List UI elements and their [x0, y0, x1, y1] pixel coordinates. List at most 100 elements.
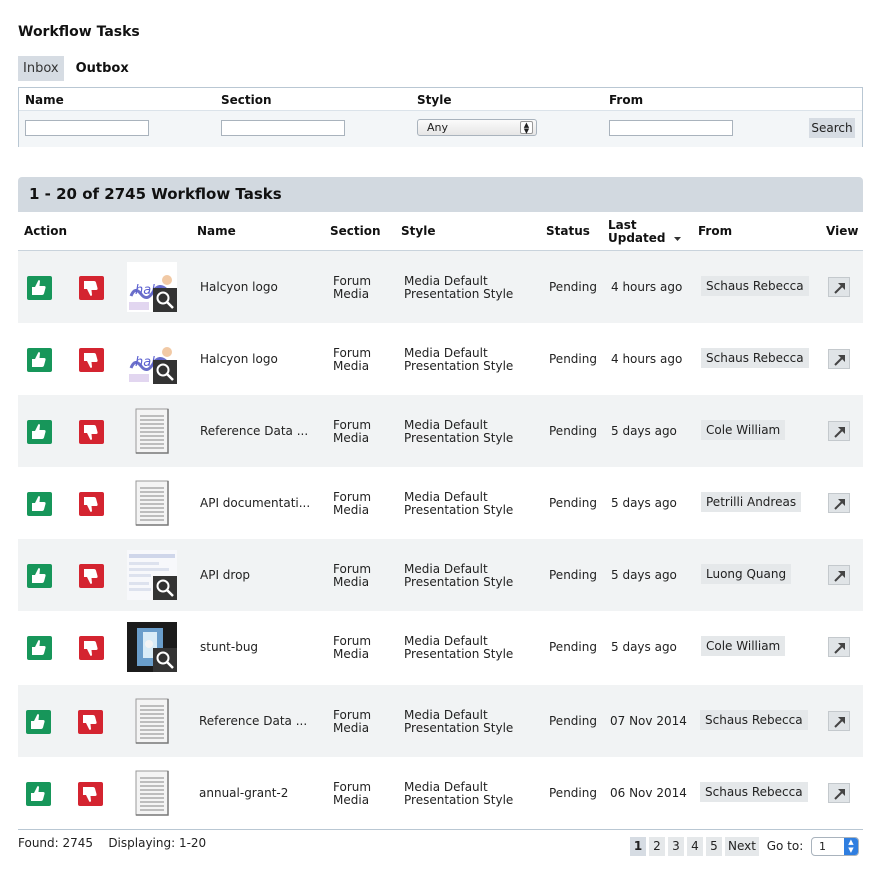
task-name[interactable]: API documentati... — [200, 497, 310, 510]
goto-label: Go to: — [766, 839, 804, 853]
results-header: 1 - 20 of 2745 Workflow Tasks — [18, 177, 863, 212]
reject-button[interactable] — [79, 348, 104, 372]
found-count: Found: 2745 — [18, 836, 94, 850]
task-from-badge[interactable]: Luong Quang — [701, 564, 792, 584]
reject-button[interactable] — [79, 636, 104, 660]
task-from-badge[interactable]: Schaus Rebecca — [700, 782, 808, 802]
thumbs-down-icon — [79, 497, 104, 519]
task-from-badge[interactable]: Schaus Rebecca — [700, 710, 808, 730]
task-section: Forum Media — [333, 780, 372, 807]
task-style: Media Default Presentation Style — [404, 490, 514, 517]
task-name[interactable]: annual-grant-2 — [199, 787, 288, 800]
view-task-button[interactable] — [828, 783, 850, 803]
task-section: Forum Media — [333, 562, 372, 589]
tab-bar: Inbox Outbox — [18, 56, 134, 81]
task-status: Pending — [549, 280, 597, 294]
tab-inbox[interactable]: Inbox — [18, 56, 64, 81]
filter-header: Name Section Style From — [19, 88, 862, 111]
document-thumbnail[interactable] — [127, 768, 177, 818]
reject-button[interactable] — [78, 710, 103, 734]
col-last-updated-line2: Updated — [608, 231, 666, 245]
page-1-button[interactable]: 1 — [630, 837, 646, 856]
tab-outbox[interactable]: Outbox — [68, 56, 134, 81]
open-arrow-icon — [829, 499, 851, 517]
task-name[interactable]: Reference Data ... — [200, 425, 308, 438]
task-from-badge[interactable]: Cole William — [701, 420, 786, 440]
approve-button[interactable] — [27, 276, 52, 300]
name-filter-input[interactable] — [25, 120, 149, 136]
task-from-badge[interactable]: Petrilli Andreas — [701, 492, 802, 512]
approve-button[interactable] — [27, 348, 52, 372]
search-button[interactable]: Search — [809, 118, 855, 138]
thumbs-up-icon — [26, 786, 51, 809]
style-filter-select[interactable]: Any ▲ ▼ — [417, 119, 537, 136]
open-arrow-icon — [829, 283, 851, 301]
view-task-button[interactable] — [828, 493, 850, 513]
task-last-updated: 5 days ago — [611, 640, 677, 654]
from-filter-input[interactable] — [609, 120, 733, 136]
goto-page-select[interactable]: 1 ▲ ▼ — [811, 837, 859, 856]
task-name[interactable]: stunt-bug — [200, 641, 258, 654]
thumbs-down-icon — [79, 641, 104, 663]
page-3-button[interactable]: 3 — [668, 837, 684, 856]
col-status[interactable]: Status — [546, 225, 590, 238]
task-status: Pending — [549, 496, 597, 510]
task-name[interactable]: API drop — [200, 569, 250, 582]
image-thumbnail[interactable]: halc — [127, 262, 177, 312]
image-thumbnail[interactable] — [127, 550, 177, 600]
task-status: Pending — [549, 352, 597, 366]
task-from-badge[interactable]: Schaus Rebecca — [701, 276, 809, 296]
task-name[interactable]: Halcyon logo — [200, 281, 278, 294]
image-thumbnail[interactable] — [127, 622, 177, 672]
view-task-button[interactable] — [828, 565, 850, 585]
view-task-button[interactable] — [828, 277, 850, 297]
view-task-button[interactable] — [828, 421, 850, 441]
page-4-button[interactable]: 4 — [687, 837, 703, 856]
thumbs-down-icon — [79, 353, 104, 375]
col-last-updated[interactable]: Last Updated — [608, 219, 682, 245]
col-from[interactable]: From — [698, 225, 732, 238]
view-task-button[interactable] — [828, 637, 850, 657]
approve-button[interactable] — [27, 420, 52, 444]
document-thumbnail[interactable] — [127, 406, 177, 456]
reject-button[interactable] — [79, 276, 104, 300]
next-page-button[interactable]: Next — [725, 837, 759, 856]
thumbs-down-icon — [79, 281, 104, 303]
image-thumbnail[interactable]: halc — [127, 334, 177, 384]
task-last-updated: 4 hours ago — [611, 280, 683, 294]
reject-button[interactable] — [79, 420, 104, 444]
filter-name-label: Name — [25, 93, 64, 107]
open-arrow-icon — [829, 717, 851, 735]
task-last-updated: 5 days ago — [611, 496, 677, 510]
approve-button[interactable] — [26, 782, 51, 806]
document-thumbnail[interactable] — [127, 478, 177, 528]
task-section: Forum Media — [333, 346, 372, 373]
reject-button[interactable] — [79, 564, 104, 588]
approve-button[interactable] — [27, 492, 52, 516]
task-name[interactable]: Halcyon logo — [200, 353, 278, 366]
approve-button[interactable] — [26, 710, 51, 734]
table-row: API documentati... Forum Media Media Defaul… — [18, 467, 863, 539]
thumbs-up-icon — [27, 424, 52, 447]
footer-divider — [18, 829, 863, 830]
section-filter-input[interactable] — [221, 120, 345, 136]
task-status: Pending — [549, 568, 597, 582]
view-task-button[interactable] — [828, 349, 850, 369]
reject-button[interactable] — [79, 492, 104, 516]
task-from-badge[interactable]: Cole William — [701, 636, 786, 656]
task-from-badge[interactable]: Schaus Rebecca — [701, 348, 809, 368]
page-2-button[interactable]: 2 — [649, 837, 665, 856]
approve-button[interactable] — [27, 636, 52, 660]
approve-button[interactable] — [27, 564, 52, 588]
reject-button[interactable] — [78, 782, 103, 806]
col-name[interactable]: Name — [197, 225, 236, 238]
task-style: Media Default Presentation Style — [404, 346, 514, 373]
document-thumbnail[interactable] — [127, 696, 177, 746]
task-name[interactable]: Reference Data ... — [199, 715, 307, 728]
table-row: Reference Data ... Forum Media Media Defaul… — [18, 395, 863, 467]
col-style[interactable]: Style — [401, 225, 435, 238]
page-5-button[interactable]: 5 — [706, 837, 722, 856]
view-task-button[interactable] — [828, 711, 850, 731]
page-title: Workflow Tasks — [18, 24, 140, 40]
col-section[interactable]: Section — [330, 225, 381, 238]
